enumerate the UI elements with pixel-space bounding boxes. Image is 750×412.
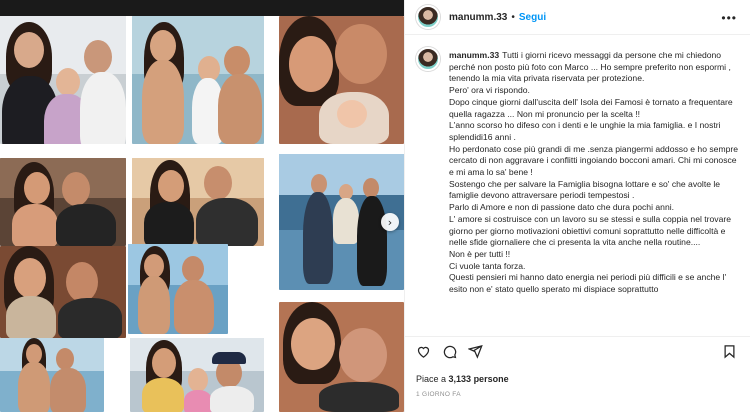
header-separator: • <box>511 11 515 23</box>
post-header: manumm.33 • Segui ••• <box>405 0 750 35</box>
action-bar: Piace a 3,133 persone 1 GIORNO FA <box>405 336 750 412</box>
caption-text: manumm.33 Tutti i giorni ricevo messaggi … <box>449 50 739 296</box>
caption-line: Ci vuole tanta forza. <box>449 260 526 271</box>
caption-section: manumm.33 Tutti i giorni ricevo messaggi … <box>405 36 750 336</box>
caption-line: Ho perdonato cose più grandi di me .senz… <box>449 143 739 178</box>
comment-icon[interactable] <box>442 344 457 359</box>
author-username[interactable]: manumm.33 <box>449 12 507 23</box>
collage-photo <box>132 158 264 246</box>
post-media[interactable]: › <box>0 0 404 412</box>
chevron-right-icon[interactable]: › <box>381 213 399 231</box>
follow-button[interactable]: Segui <box>519 12 546 23</box>
caption-line: Dopo cinque giorni dall'uscita dell' Iso… <box>449 96 733 119</box>
post-timestamp[interactable]: 1 GIORNO FA <box>416 391 461 398</box>
caption-username[interactable]: manumm.33 <box>449 50 499 60</box>
more-options-icon[interactable]: ••• <box>721 11 737 25</box>
collage-photo <box>0 158 126 246</box>
collage-photo <box>130 338 264 412</box>
collage-photo <box>132 16 264 144</box>
caption-line: Pero' ora vi rispondo. <box>449 85 530 96</box>
avatar[interactable] <box>416 5 440 29</box>
media-top-bar <box>0 0 404 16</box>
collage-photo <box>0 16 126 144</box>
post-info-panel: manumm.33 • Segui ••• manumm.33 Tutti i g… <box>404 0 750 412</box>
caption-line: L'anno scorso ho difeso con i denti e le… <box>449 120 721 142</box>
avatar[interactable] <box>416 47 440 71</box>
bookmark-icon[interactable] <box>722 344 737 359</box>
share-icon[interactable] <box>468 344 483 359</box>
photo-collage <box>0 16 404 412</box>
collage-photo <box>0 246 126 338</box>
heart-icon[interactable] <box>416 344 431 359</box>
instagram-post-view: › manumm.33 • Segui ••• manumm.33 Tutti i… <box>0 0 750 412</box>
caption-line: L' amore si costruisce con un lavoro su … <box>449 213 732 248</box>
caption-line: Questi pensieri mi hanno dato energia ne… <box>449 272 727 295</box>
caption-line: Sostengo che per salvare la Famiglia bis… <box>449 178 721 201</box>
likes-count[interactable]: Piace a 3,133 persone <box>416 374 509 384</box>
caption-line: Non è per tutti !! <box>449 248 511 259</box>
collage-photo <box>0 338 104 412</box>
caption-line: manumm.33 Tutti i giorni ricevo messaggi … <box>449 50 731 84</box>
collage-photo <box>128 244 228 334</box>
collage-photo <box>279 16 404 144</box>
caption-line: Parlo di Amore e non di passione dato ch… <box>449 202 675 213</box>
collage-photo <box>279 302 404 412</box>
